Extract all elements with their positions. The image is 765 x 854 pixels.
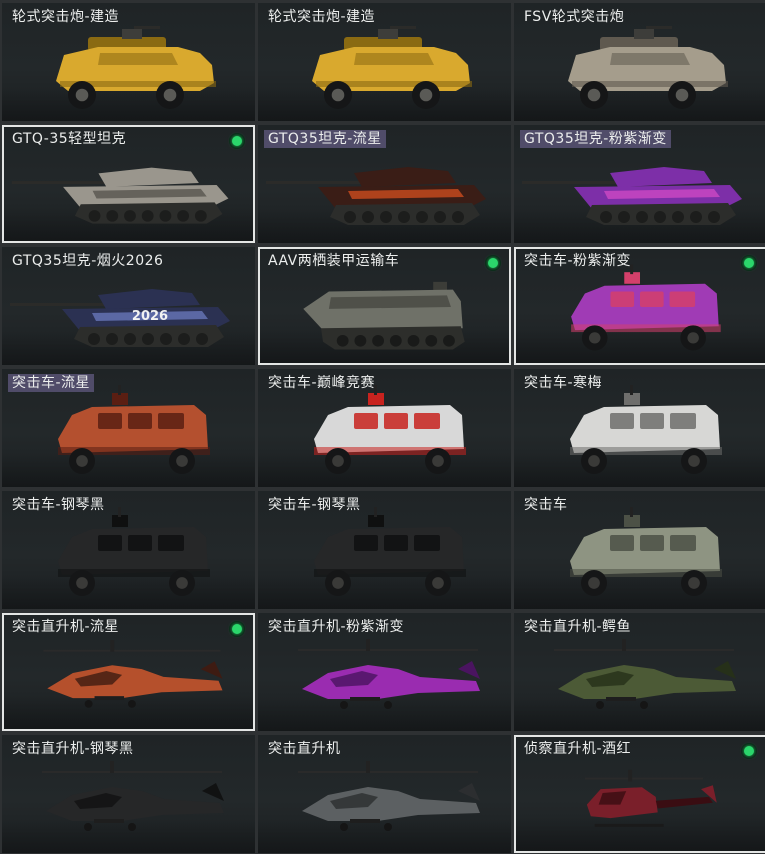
equipped-indicator-icon [741,743,757,759]
vehicle-skin-name: FSV轮式突击炮 [524,9,625,25]
vehicle-skin-card[interactable]: 突击车-粉紫渐变 [514,247,765,365]
vehicle-render [266,167,486,225]
vehicle-skin-name: 突击直升机-钢琴黑 [12,741,134,757]
vehicle-render [314,507,466,596]
vehicle-skin-name: 侦察直升机-酒红 [524,741,632,757]
vehicle-skin-card[interactable]: 侦察直升机-酒红 [514,735,765,853]
vehicle-render [571,264,721,351]
vehicle-render [314,385,466,474]
vehicle-render [43,640,223,708]
vehicle-render [42,761,224,831]
vehicle-skin-name: GTQ-35轻型坦克 [12,131,127,147]
vehicle-skin-name: AAV两栖装甲运输车 [268,253,400,269]
hull-number: 2026 [132,309,168,324]
vehicle-skin-card[interactable]: 突击直升机 [258,735,511,853]
equipped-indicator-icon [229,133,245,149]
vehicle-skin-card[interactable]: 突击车-流星 [2,369,255,487]
vehicle-skin-name: 突击直升机-鳄鱼 [524,619,632,635]
vehicle-render [584,769,717,827]
vehicle-render [58,385,210,474]
vehicle-skin-grid: 轮式突击炮-建造 轮式突击炮-建造 FSV轮式突击炮 GTQ-35轻型坦克 GT… [0,0,765,854]
vehicle-render [56,26,216,109]
vehicle-skin-name: GTQ35坦克-粉紫渐变 [520,130,671,148]
vehicle-skin-card[interactable]: 突击直升机-鳄鱼 [514,613,765,731]
vehicle-render [570,385,722,474]
vehicle-skin-name: 突击直升机 [268,741,341,757]
equipped-indicator-icon [229,621,245,637]
vehicle-skin-name: 突击车 [524,497,568,513]
vehicle-render [522,167,742,225]
vehicle-skin-name: 突击直升机-流星 [12,619,120,635]
vehicle-skin-card[interactable]: 2026 GTQ35坦克-烟火2026 [2,247,255,365]
equipped-indicator-icon [741,255,757,271]
vehicle-skin-card[interactable]: 突击直升机-流星 [2,613,255,731]
vehicle-skin-name: 突击车-流星 [8,374,95,392]
vehicle-render [298,761,480,831]
vehicle-skin-card[interactable]: 突击直升机-钢琴黑 [2,735,255,853]
vehicle-skin-card[interactable]: GTQ-35轻型坦克 [2,125,255,243]
vehicle-skin-card[interactable]: 突击车 [514,491,765,609]
vehicle-render [312,26,472,109]
vehicle-render [570,507,722,596]
vehicle-skin-card[interactable]: GTQ35坦克-粉紫渐变 [514,125,765,243]
vehicle-skin-name: 突击车-寒梅 [524,375,603,391]
vehicle-skin-name: 突击车-巅峰竞赛 [268,375,376,391]
vehicle-skin-name: 突击车-粉紫渐变 [524,253,632,269]
vehicle-render [58,507,210,596]
vehicle-render [568,26,728,109]
vehicle-skin-card[interactable]: GTQ35坦克-流星 [258,125,511,243]
vehicle-render [11,167,229,224]
vehicle-skin-card[interactable]: AAV两栖装甲运输车 [258,247,511,365]
vehicle-skin-name: 突击车-钢琴黑 [12,497,105,513]
vehicle-skin-card[interactable]: 轮式突击炮-建造 [258,3,511,121]
vehicle-skin-card[interactable]: 突击车-钢琴黑 [258,491,511,609]
vehicle-skin-card[interactable]: 突击车-巅峰竞赛 [258,369,511,487]
vehicle-skin-name: GTQ35坦克-流星 [264,130,386,148]
vehicle-skin-name: GTQ35坦克-烟火2026 [12,253,164,269]
vehicle-render [303,281,465,350]
vehicle-skin-card[interactable]: 突击车-寒梅 [514,369,765,487]
vehicle-render [554,639,736,709]
vehicle-skin-card[interactable]: 突击车-钢琴黑 [2,491,255,609]
vehicle-skin-name: 轮式突击炮-建造 [268,9,376,25]
vehicle-skin-card[interactable]: FSV轮式突击炮 [514,3,765,121]
vehicle-skin-name: 突击直升机-粉紫渐变 [268,619,405,635]
vehicle-render: 2026 [10,289,230,347]
vehicle-skin-name: 突击车-钢琴黑 [268,497,361,513]
vehicle-skin-name: 轮式突击炮-建造 [12,9,120,25]
vehicle-skin-card[interactable]: 轮式突击炮-建造 [2,3,255,121]
equipped-indicator-icon [485,255,501,271]
vehicle-skin-card[interactable]: 突击直升机-粉紫渐变 [258,613,511,731]
vehicle-render [298,639,480,709]
